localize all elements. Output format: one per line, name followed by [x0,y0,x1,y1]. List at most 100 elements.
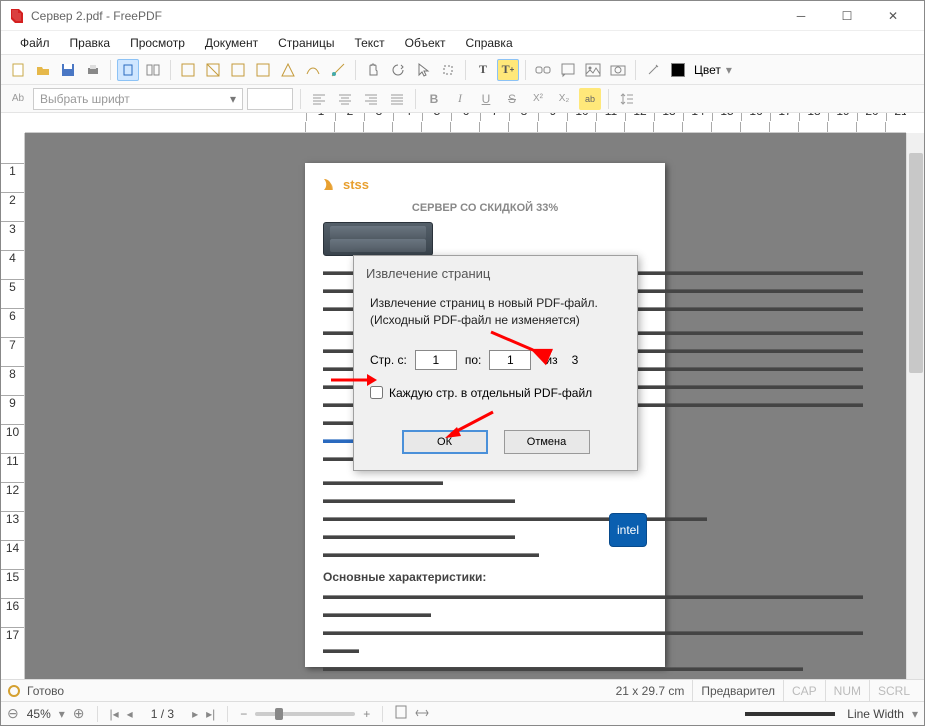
from-label: Стр. с: [370,353,407,367]
object6-icon[interactable] [302,59,324,81]
image-icon[interactable] [582,59,604,81]
page-view-2-icon[interactable] [142,59,164,81]
canvas[interactable]: stss СЕРВЕР СО СКИДКОЙ 33% ▬▬▬▬▬▬▬▬▬▬▬▬▬… [25,133,906,679]
print-icon[interactable] [82,59,104,81]
superscript-icon[interactable]: X² [527,88,549,110]
line-width-preview [745,712,835,716]
zoom-value[interactable]: 45% [27,707,51,721]
brand-text: stss [343,177,369,192]
slider-minus-icon[interactable]: − [240,707,247,721]
vertical-scrollbar[interactable] [906,133,924,679]
align-right-icon[interactable] [360,88,382,110]
menu-help[interactable]: Справка [457,33,522,53]
underline-icon[interactable]: U [475,88,497,110]
font-select[interactable]: Выбрать шрифт▾ [33,88,243,110]
menu-text[interactable]: Текст [345,33,393,53]
rotate-icon[interactable] [387,59,409,81]
of-label: из [545,353,557,367]
menu-pages[interactable]: Страницы [269,33,343,53]
line-width-label: Line Width [847,707,904,721]
to-label: по: [465,353,482,367]
object5-icon[interactable] [277,59,299,81]
align-justify-icon[interactable] [386,88,408,110]
bottombar: ⊖ 45% ▾ ⊕ |◂ ◂ 1 / 3 ▸ ▸| − + Line Width… [1,701,924,725]
page-view-1-icon[interactable] [117,59,139,81]
ab-icon[interactable]: Ab [7,88,29,110]
zoom-dropdown-icon[interactable]: ▾ [59,707,65,721]
cancel-button[interactable]: Отмена [504,430,590,454]
total-pages: 3 [572,353,579,367]
next-page-icon[interactable]: ▸ [192,707,198,721]
save-icon[interactable] [57,59,79,81]
object3-icon[interactable] [227,59,249,81]
last-page-icon[interactable]: ▸| [206,707,215,721]
minimize-button[interactable]: ─ [778,1,824,31]
workspace: 123456789101112131415161718192021 123456… [1,113,924,679]
object1-icon[interactable] [177,59,199,81]
num-indicator: NUM [826,680,870,701]
object4-icon[interactable] [252,59,274,81]
extract-pages-dialog: Извлечение страниц Извлечение страниц в … [353,255,638,471]
page-range-row: Стр. с: по: из 3 [370,350,621,370]
new-icon[interactable] [7,59,29,81]
from-page-input[interactable] [415,350,457,370]
text-highlight-icon[interactable]: T+ [497,59,519,81]
menu-view[interactable]: Просмотр [121,33,194,53]
page-indicator: 1 / 3 [151,707,174,721]
color-dropdown-icon[interactable]: ▾ [726,63,732,77]
font-toolbar: Ab Выбрать шрифт▾ B I U S X² X₂ ab [1,85,924,113]
pointer-icon[interactable] [412,59,434,81]
prev-page-icon[interactable]: ◂ [127,707,133,721]
titlebar: Сервер 2.pdf - FreePDF ─ ☐ ✕ [1,1,924,31]
strike-icon[interactable]: S [501,88,523,110]
dialog-title: Извлечение страниц [354,256,637,289]
page-size: 21 x 29.7 cm [608,680,694,701]
line-width-dropdown-icon[interactable]: ▾ [912,707,918,721]
pdf-page[interactable]: stss СЕРВЕР СО СКИДКОЙ 33% ▬▬▬▬▬▬▬▬▬▬▬▬▬… [305,163,665,667]
align-center-icon[interactable] [334,88,356,110]
crop-icon[interactable] [437,59,459,81]
menubar: Файл Правка Просмотр Документ Страницы Т… [1,31,924,55]
slider-plus-icon[interactable]: + [363,707,370,721]
link-icon[interactable] [532,59,554,81]
menu-document[interactable]: Документ [196,33,267,53]
magic-icon[interactable] [642,59,664,81]
each-page-checkbox[interactable] [370,386,383,399]
italic-icon[interactable]: I [449,88,471,110]
zoom-slider[interactable] [255,712,355,716]
zoom-out-icon[interactable]: ⊖ [7,705,19,722]
close-button[interactable]: ✕ [870,1,916,31]
highlight-icon[interactable]: ab [579,88,601,110]
font-size-select[interactable] [247,88,293,110]
fit-width-icon[interactable] [415,707,429,721]
vertical-ruler: 1234567891011121314151617 [1,133,25,679]
ok-button[interactable]: ОК [402,430,488,454]
menu-object[interactable]: Объект [396,33,455,53]
first-page-icon[interactable]: |◂ [110,707,119,721]
dialog-message: Извлечение страниц в новый PDF-файл.(Исх… [370,295,621,330]
menu-file[interactable]: Файл [11,33,59,53]
object2-icon[interactable] [202,59,224,81]
align-left-icon[interactable] [308,88,330,110]
object7-icon[interactable] [327,59,349,81]
line-spacing-icon[interactable] [616,88,638,110]
bold-icon[interactable]: B [423,88,445,110]
maximize-button[interactable]: ☐ [824,1,870,31]
annotation-icon[interactable] [557,59,579,81]
subscript-icon[interactable]: X₂ [553,88,575,110]
ready-icon [7,684,21,698]
color-swatch-icon[interactable] [667,59,689,81]
open-icon[interactable] [32,59,54,81]
text-icon[interactable]: T [472,59,494,81]
stss-logo-icon [323,178,337,192]
menu-edit[interactable]: Правка [61,33,120,53]
to-page-input[interactable] [489,350,531,370]
zoom-in-icon[interactable]: ⊕ [73,705,85,722]
scrl-indicator: SCRL [870,680,918,701]
app-icon [9,8,25,24]
hand-icon[interactable] [362,59,384,81]
window-title: Сервер 2.pdf - FreePDF [31,9,778,23]
preview-label: Предварител [693,680,784,701]
camera-icon[interactable] [607,59,629,81]
fit-page-icon[interactable] [395,705,407,722]
